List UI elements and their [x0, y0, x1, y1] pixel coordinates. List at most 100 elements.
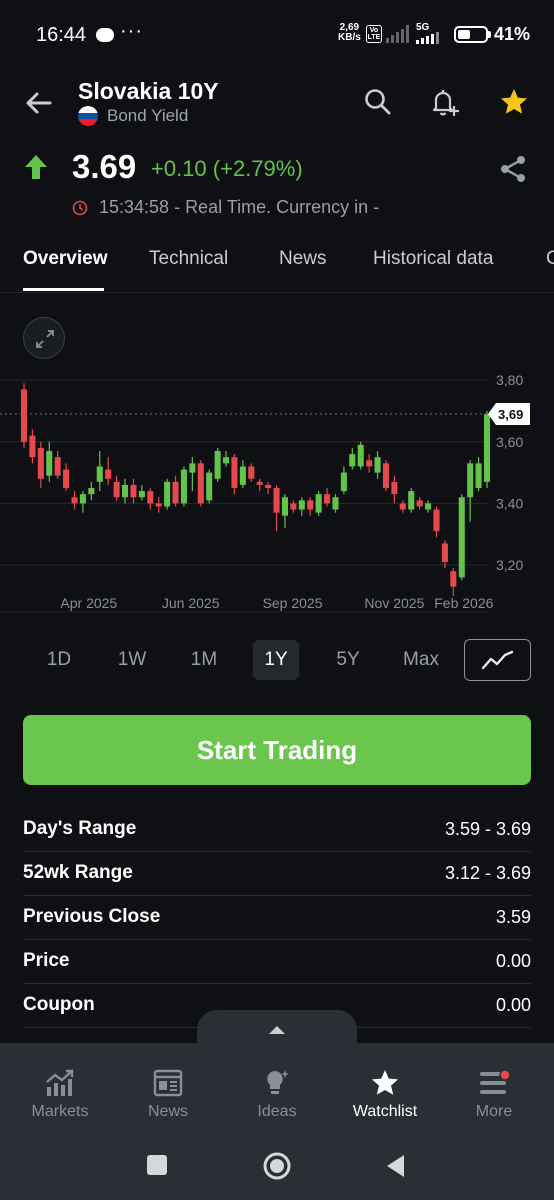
nav-watchlist[interactable]: Watchlist — [330, 1043, 440, 1133]
candle-body — [458, 497, 465, 578]
price-change: +0.10 (+2.79%) — [151, 156, 303, 181]
add-alert-icon[interactable] — [428, 86, 460, 118]
x-tick-label: Feb 2026 — [434, 595, 493, 611]
candle-body — [20, 389, 28, 442]
candle-body — [180, 469, 187, 504]
back-nav-icon[interactable] — [384, 1153, 406, 1179]
expand-chart-button[interactable] — [23, 317, 65, 359]
chevron-up-icon — [269, 1026, 285, 1034]
star-icon[interactable] — [498, 86, 530, 118]
candle — [374, 451, 381, 479]
tab-bar: Overview Technical News Historical data … — [0, 240, 554, 292]
candle-body — [382, 463, 390, 488]
candle — [391, 475, 398, 504]
candle — [256, 478, 263, 492]
candle-body — [37, 447, 44, 479]
y-tick-label: 3,80 — [496, 372, 523, 388]
candle — [223, 451, 230, 467]
status-time: 16:44 — [36, 24, 87, 46]
range-max-button[interactable]: Max — [398, 640, 444, 680]
candle — [340, 466, 347, 495]
volte-icon: Vo LTE — [366, 25, 382, 43]
range-1d-button[interactable]: 1D — [36, 640, 82, 680]
candle-body — [290, 503, 297, 510]
line-chart-icon — [481, 650, 514, 670]
nav-more[interactable]: More — [439, 1043, 549, 1133]
tab-historical-data[interactable]: Historical data — [373, 248, 493, 270]
candle — [88, 481, 95, 501]
instrument-type: Bond Yield — [107, 106, 189, 125]
candle — [96, 451, 103, 492]
range-1y-button[interactable]: 1Y — [253, 640, 299, 680]
candle — [298, 497, 305, 516]
candle — [425, 500, 432, 513]
slovakia-flag-icon — [78, 106, 98, 126]
price-chart[interactable]: 3,80 3,60 3,40 3,20 Apr 2025 Jun 2025 Sep 202… — [0, 366, 554, 616]
candle-body — [96, 466, 103, 482]
candle-body — [71, 497, 78, 504]
candle — [172, 475, 179, 507]
candle-body — [416, 500, 423, 507]
candle — [467, 460, 474, 522]
tab-technical[interactable]: Technical — [149, 248, 228, 270]
nav-label: Ideas — [257, 1103, 297, 1120]
candle-body — [172, 481, 179, 504]
candle-body — [315, 494, 322, 513]
candle — [382, 460, 390, 492]
candle-body — [155, 503, 162, 507]
candle — [248, 463, 255, 482]
candle — [20, 383, 28, 448]
nav-markets[interactable]: Markets — [5, 1043, 115, 1133]
candle-body — [408, 491, 415, 510]
network-speed: 2,69 KB/s — [338, 23, 361, 43]
candle — [37, 441, 44, 488]
stat-value: 3.59 — [495, 907, 531, 927]
tab-news[interactable]: News — [279, 248, 327, 270]
candle — [164, 478, 171, 510]
share-icon[interactable] — [498, 154, 528, 184]
candle — [450, 568, 457, 596]
y-tick-label: 3,20 — [496, 557, 523, 573]
candle-body — [197, 463, 204, 504]
chart-type-button[interactable] — [464, 639, 531, 681]
stat-value: 3.12 - 3.69 — [444, 863, 531, 883]
range-5y-button[interactable]: 5Y — [325, 640, 371, 680]
stat-label: Previous Close — [23, 906, 161, 927]
x-tick-label: Apr 2025 — [60, 595, 117, 611]
candle-body — [79, 494, 86, 504]
x-tick-label: Jun 2025 — [162, 595, 220, 611]
candle-body — [281, 497, 288, 516]
range-1w-button[interactable]: 1W — [109, 640, 155, 680]
battery-percent: 41% — [494, 24, 531, 44]
candle — [113, 475, 120, 501]
candle-body — [256, 481, 263, 485]
candle — [71, 491, 78, 510]
candle — [138, 484, 145, 501]
candle — [29, 429, 36, 464]
candle-body — [298, 500, 305, 510]
home-icon[interactable] — [261, 1150, 293, 1182]
search-icon[interactable] — [362, 86, 394, 118]
candle-body — [206, 472, 213, 501]
candle-body — [164, 481, 171, 507]
candle — [105, 457, 112, 485]
recent-apps-icon[interactable] — [146, 1154, 168, 1176]
nav-ideas[interactable]: Ideas — [222, 1043, 332, 1133]
candle-body — [248, 466, 255, 479]
range-1m-button[interactable]: 1M — [181, 640, 227, 680]
battery-icon — [454, 26, 488, 43]
candle — [63, 463, 70, 492]
tab-overview[interactable]: Overview — [23, 248, 108, 270]
candle — [290, 500, 297, 513]
clock-icon — [72, 200, 88, 216]
tab-more-partial[interactable]: C — [546, 248, 554, 270]
candle-body — [324, 494, 331, 504]
back-arrow-icon[interactable] — [22, 86, 56, 120]
candle — [441, 540, 448, 569]
candle-body — [46, 451, 53, 476]
candle — [281, 494, 288, 529]
candle-body — [433, 509, 440, 532]
candle — [239, 460, 246, 488]
start-trading-button[interactable]: Start Trading — [23, 715, 531, 785]
nav-news[interactable]: News — [113, 1043, 223, 1133]
